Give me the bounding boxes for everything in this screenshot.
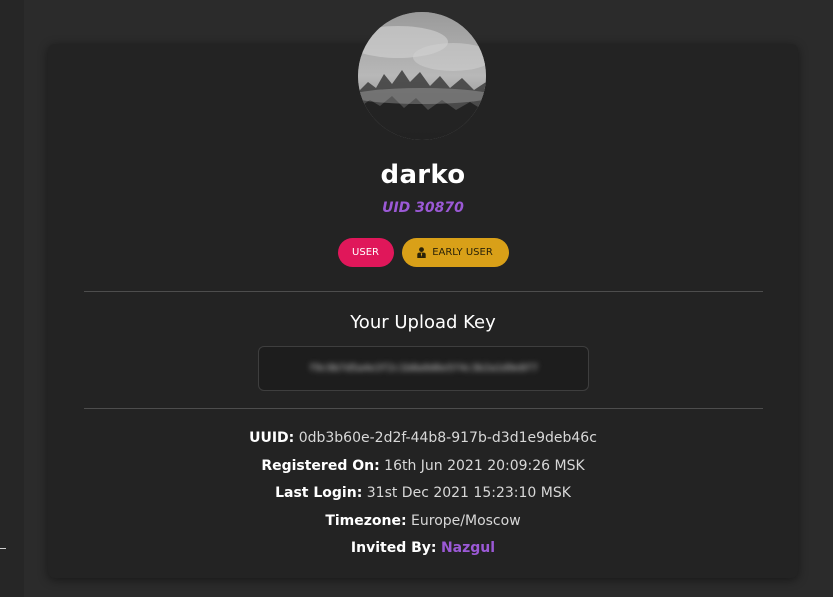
- uuid-label: UUID:: [249, 430, 295, 446]
- account-info: UUID: 0db3b60e-2d2f-44b8-917b-d3d1e9deb4…: [48, 428, 798, 566]
- username: darko: [380, 160, 466, 190]
- registered-label: Registered On:: [261, 457, 380, 474]
- upload-key-field[interactable]: f9c9b7d5a4e3f2c1b8a9d6e5f4c3b2a1d9e8f7: [258, 346, 589, 391]
- inviter-link[interactable]: Nazgul: [441, 540, 495, 556]
- invited-by-row: Invited By: Nazgul: [48, 538, 798, 566]
- role-badges: USER EARLY USER: [48, 238, 798, 267]
- divider-top: [84, 291, 763, 292]
- divider-bottom: [84, 408, 763, 409]
- avatar-image: [358, 12, 486, 140]
- avatar: [358, 12, 486, 140]
- early-user-badge-label: EARLY USER: [432, 247, 493, 258]
- last-login-row: Last Login: 31st Dec 2021 15:23:10 MSK: [48, 483, 798, 511]
- last-login-label: Last Login:: [275, 485, 363, 501]
- user-badge: USER: [337, 238, 394, 267]
- upload-key-value[interactable]: f9c9b7d5a4e3f2c1b8a9d6e5f4c3b2a1d9e8f7: [309, 363, 538, 374]
- left-edge-panel: [0, 0, 24, 597]
- timezone-row: Timezone: Europe/Moscow: [48, 511, 798, 539]
- user-tie-icon: [417, 247, 426, 258]
- uuid-row: UUID: 0db3b60e-2d2f-44b8-917b-d3d1e9deb4…: [48, 428, 798, 456]
- timezone-value: Europe/Moscow: [411, 512, 521, 529]
- upload-key-title: Your Upload Key: [350, 312, 496, 333]
- registered-value: 16th Jun 2021 20:09:26 MSK: [384, 457, 585, 474]
- profile-card: darko UID 30870 USER EARLY USER Your Upl…: [48, 12, 798, 578]
- user-badge-label: USER: [352, 247, 379, 258]
- registered-row: Registered On: 16th Jun 2021 20:09:26 MS…: [48, 456, 798, 484]
- timezone-label: Timezone:: [325, 512, 407, 529]
- last-login-value: 31st Dec 2021 15:23:10 MSK: [366, 485, 571, 501]
- uuid-value: 0db3b60e-2d2f-44b8-917b-d3d1e9deb46c: [298, 430, 597, 446]
- invited-by-label: Invited By:: [350, 540, 437, 556]
- left-edge-mark: [0, 548, 6, 549]
- user-id: UID 30870: [382, 200, 464, 216]
- early-user-badge: EARLY USER: [401, 238, 509, 267]
